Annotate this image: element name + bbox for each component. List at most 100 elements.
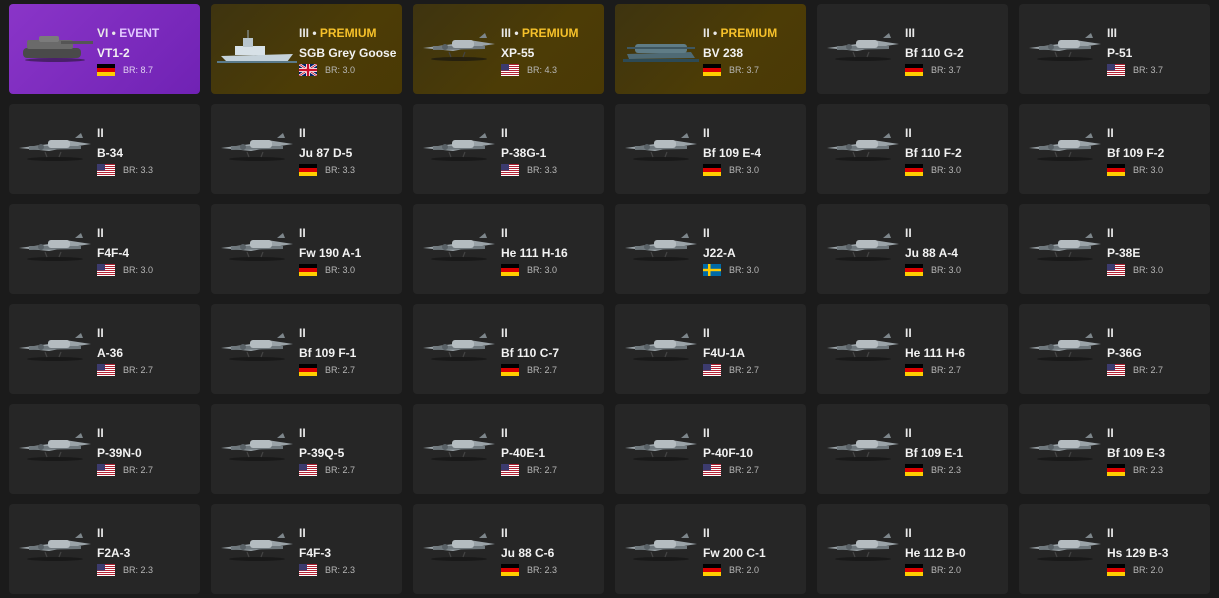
vehicle-card[interactable]: II F2A-3 BR: 2.3 — [9, 504, 200, 594]
vehicle-br: BR: 3.0 — [1133, 164, 1164, 175]
vehicle-br: BR: 2.0 — [729, 564, 760, 575]
vehicle-info: II J22-A BR: 3.0 — [703, 226, 802, 276]
vehicle-card[interactable]: II • PREMIUM BV 238 BR: 3.7 — [615, 4, 806, 94]
vehicle-tier: III — [299, 26, 310, 40]
vehicle-tier-line: II — [501, 326, 600, 340]
flag-us-icon — [1107, 263, 1133, 276]
vehicle-card[interactable]: II P-39Q-5 BR: 2.7 — [211, 404, 402, 494]
vehicle-tag: EVENT — [119, 26, 160, 40]
vehicle-br: BR: 3.0 — [931, 164, 962, 175]
vehicle-tier-line: VI • EVENT — [97, 26, 196, 40]
vehicle-card[interactable]: II He 111 H-6 BR: 2.7 — [817, 304, 1008, 394]
vehicle-card[interactable]: II Ju 88 A-4 BR: 3.0 — [817, 204, 1008, 294]
vehicle-card[interactable]: II P-38E BR: 3.0 — [1019, 204, 1210, 294]
vehicle-card[interactable]: III • PREMIUM SGB Grey Goose BR: 3.0 — [211, 4, 402, 94]
vehicle-tier: II — [1107, 426, 1114, 440]
vehicle-br: BR: 3.0 — [123, 264, 154, 275]
vehicle-tier-line: III • PREMIUM — [501, 26, 600, 40]
vehicle-card[interactable]: II J22-A BR: 3.0 — [615, 204, 806, 294]
vehicle-card[interactable]: III Bf 110 G-2 BR: 3.7 — [817, 4, 1008, 94]
vehicle-br-row: BR: 2.7 — [703, 363, 802, 376]
vehicle-tier-line: II — [1107, 426, 1206, 440]
vehicle-tier: II — [703, 526, 710, 540]
vehicle-card[interactable]: II He 112 B-0 BR: 2.0 — [817, 504, 1008, 594]
vehicle-card[interactable]: II P-40E-1 BR: 2.7 — [413, 404, 604, 494]
vehicle-plane-image — [621, 326, 701, 366]
vehicle-card[interactable]: II F4U-1A BR: 2.7 — [615, 304, 806, 394]
vehicle-tier-line: II — [299, 226, 398, 240]
vehicle-plane-image — [823, 326, 903, 366]
vehicle-card[interactable]: II B-34 BR: 3.3 — [9, 104, 200, 194]
vehicle-info: II P-40F-10 BR: 2.7 — [703, 426, 802, 476]
vehicle-card[interactable]: III P-51 BR: 3.7 — [1019, 4, 1210, 94]
vehicle-tier-line: II — [905, 526, 1004, 540]
vehicle-br: BR: 8.7 — [123, 64, 154, 75]
vehicle-name: F4U-1A — [703, 346, 746, 360]
vehicle-card[interactable]: II Bf 109 F-1 BR: 2.7 — [211, 304, 402, 394]
vehicle-br-row: BR: 3.0 — [1107, 263, 1206, 276]
vehicle-card[interactable]: II Hs 129 B-3 BR: 2.0 — [1019, 504, 1210, 594]
vehicle-tier-line: II — [97, 326, 196, 340]
vehicle-tier-line: II — [501, 526, 600, 540]
vehicle-info: II P-38G-1 BR: 3.3 — [501, 126, 600, 176]
vehicle-card[interactable]: II F4F-4 BR: 3.0 — [9, 204, 200, 294]
vehicle-info: II Ju 88 A-4 BR: 3.0 — [905, 226, 1004, 276]
flag-de-icon — [299, 163, 325, 176]
vehicle-card[interactable]: III • PREMIUM XP-55 BR: 4.3 — [413, 4, 604, 94]
flag-de-icon — [703, 163, 729, 176]
vehicle-tier: II — [501, 326, 508, 340]
vehicle-card[interactable]: VI • EVENT VT1-2 BR: 8.7 — [9, 4, 200, 94]
vehicle-card[interactable]: II Bf 109 E-1 BR: 2.3 — [817, 404, 1008, 494]
vehicle-tier: II — [299, 126, 306, 140]
vehicle-br: BR: 3.0 — [325, 64, 356, 75]
vehicle-br: BR: 3.7 — [931, 64, 962, 75]
vehicle-plane-image — [15, 526, 95, 566]
vehicle-plane-image — [217, 426, 297, 466]
vehicle-br: BR: 2.7 — [123, 464, 154, 475]
vehicle-info: II Bf 109 E-3 BR: 2.3 — [1107, 426, 1206, 476]
vehicle-name: P-51 — [1107, 46, 1133, 60]
vehicle-name: He 112 B-0 — [905, 546, 966, 560]
flag-us-icon — [299, 563, 325, 576]
vehicle-ship-image — [217, 26, 297, 66]
vehicle-br: BR: 2.7 — [1133, 364, 1164, 375]
vehicle-card[interactable]: II Bf 109 F-2 BR: 3.0 — [1019, 104, 1210, 194]
vehicle-card[interactable]: II He 111 H-16 BR: 3.0 — [413, 204, 604, 294]
vehicle-plane-image — [823, 126, 903, 166]
flag-de-icon — [905, 63, 931, 76]
vehicle-tier: II — [703, 226, 710, 240]
vehicle-tier-line: II — [299, 126, 398, 140]
vehicle-card[interactable]: II F4F-3 BR: 2.3 — [211, 504, 402, 594]
vehicle-card[interactable]: II P-38G-1 BR: 3.3 — [413, 104, 604, 194]
vehicle-name: Fw 200 C-1 — [703, 546, 766, 560]
vehicle-plane-image — [15, 426, 95, 466]
vehicle-card[interactable]: II Bf 109 E-4 BR: 3.0 — [615, 104, 806, 194]
vehicle-card[interactable]: II P-36G BR: 2.7 — [1019, 304, 1210, 394]
vehicle-card[interactable]: II Bf 109 E-3 BR: 2.3 — [1019, 404, 1210, 494]
vehicle-info: II • PREMIUM BV 238 BR: 3.7 — [703, 26, 802, 76]
vehicle-tier-line: II — [501, 426, 600, 440]
vehicle-tier-line: II — [905, 226, 1004, 240]
vehicle-tier-line: II — [1107, 326, 1206, 340]
vehicle-name: Bf 109 E-3 — [1107, 446, 1166, 460]
vehicle-tier: III — [1107, 26, 1118, 40]
vehicle-card[interactable]: II Fw 200 C-1 BR: 2.0 — [615, 504, 806, 594]
vehicle-card[interactable]: II Bf 110 F-2 BR: 3.0 — [817, 104, 1008, 194]
vehicle-br-row: BR: 2.3 — [1107, 463, 1206, 476]
vehicle-plane-image — [1025, 26, 1105, 66]
vehicle-card[interactable]: II Bf 110 C-7 BR: 2.7 — [413, 304, 604, 394]
vehicle-br: BR: 2.7 — [527, 464, 558, 475]
vehicle-tier: II — [1107, 326, 1114, 340]
vehicle-card[interactable]: II A-36 BR: 2.7 — [9, 304, 200, 394]
vehicle-br: BR: 4.3 — [527, 64, 558, 75]
vehicle-card[interactable]: II Ju 87 D-5 BR: 3.3 — [211, 104, 402, 194]
vehicle-name: Bf 109 F-2 — [1107, 146, 1165, 160]
vehicle-tier: VI — [97, 26, 109, 40]
vehicle-br-row: BR: 2.0 — [703, 563, 802, 576]
vehicle-info: II He 112 B-0 BR: 2.0 — [905, 526, 1004, 576]
vehicle-card[interactable]: II Ju 88 C-6 BR: 2.3 — [413, 504, 604, 594]
vehicle-info: II Bf 109 E-1 BR: 2.3 — [905, 426, 1004, 476]
vehicle-card[interactable]: II Fw 190 A-1 BR: 3.0 — [211, 204, 402, 294]
vehicle-card[interactable]: II P-39N-0 BR: 2.7 — [9, 404, 200, 494]
vehicle-card[interactable]: II P-40F-10 BR: 2.7 — [615, 404, 806, 494]
